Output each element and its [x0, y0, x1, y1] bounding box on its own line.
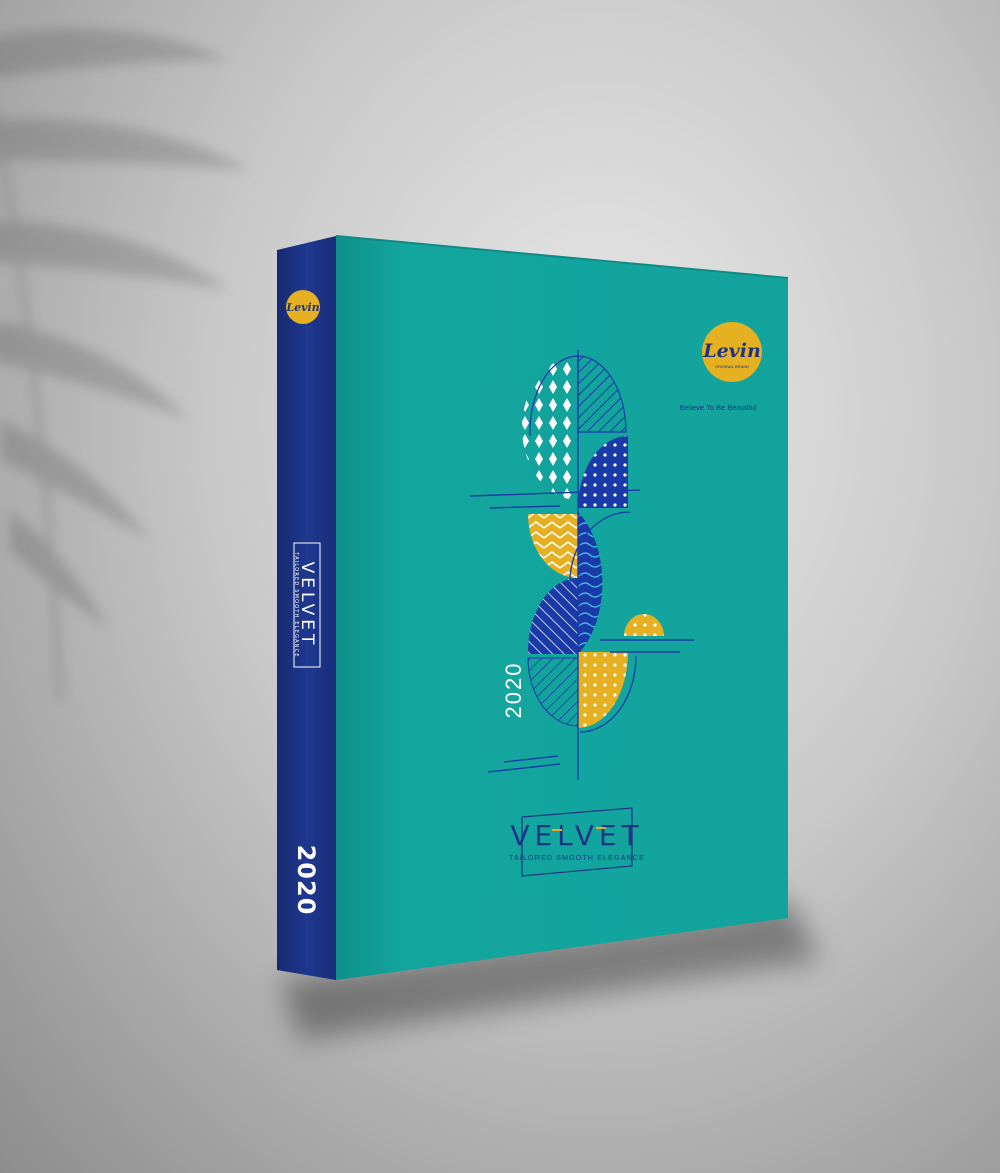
book-cover: Levin ORIGINAL BRAND Believe To Be Beaut… [335, 235, 789, 980]
brand-tagline: Believe To Be Beautiful [680, 403, 757, 412]
brand-logo-subtext: ORIGINAL BRAND [715, 364, 749, 369]
spine-subtitle: TAILORED SMOOTH ELEGANCE [293, 551, 299, 658]
spine-logo-text: Levin [285, 301, 319, 314]
cover-year: 2020 [501, 662, 526, 719]
cover-subtitle: TAILORED SMOOTH ELEGANCE [509, 855, 645, 862]
cover-title: VELVET [510, 819, 643, 852]
book-scene: Levin VELVET TAILORED SMOOTH ELEGANCE 20… [0, 28, 820, 1040]
book-spine: Levin VELVET TAILORED SMOOTH ELEGANCE 20… [277, 236, 336, 980]
brand-logo-text: Levin [702, 340, 761, 362]
spine-title: VELVET [297, 562, 317, 649]
palm-leaf-shadow [0, 28, 250, 701]
spine-year: 2020 [292, 845, 320, 916]
